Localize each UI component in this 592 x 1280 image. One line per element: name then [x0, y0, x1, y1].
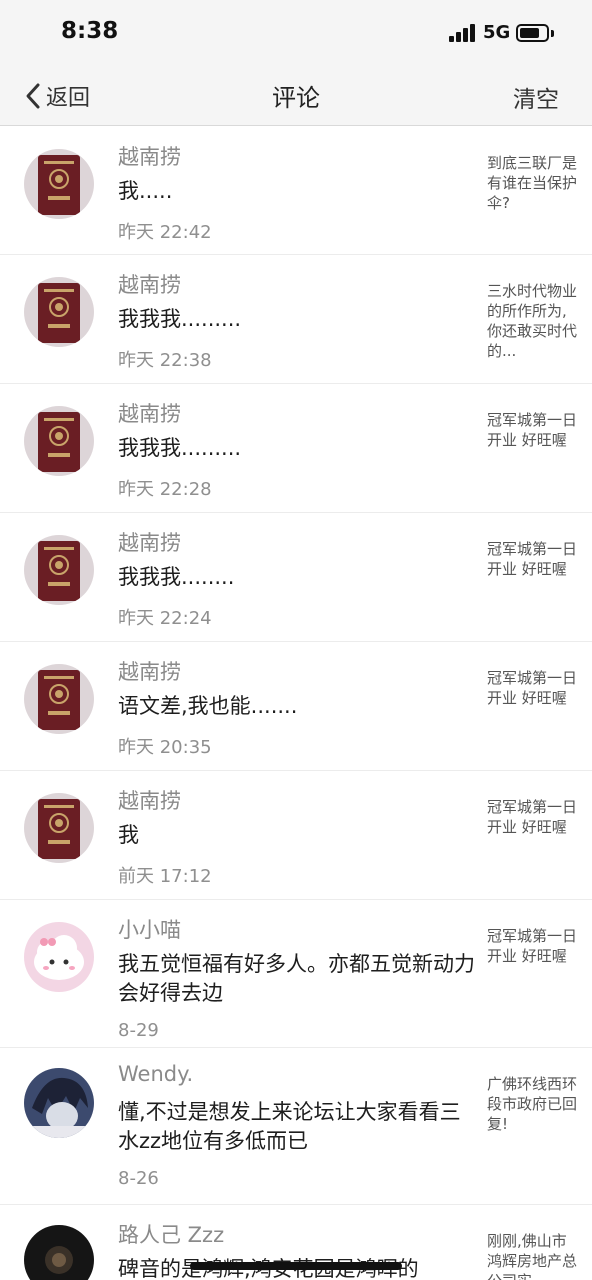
passport-icon[interactable] — [24, 277, 94, 347]
comment-text: 我我我........ — [118, 565, 235, 589]
related-post-title[interactable]: 冠军城第一日开业 好旺喔 — [487, 668, 577, 708]
comment-list: 越南捞 我..... 昨天 22:42 到底三联厂是有谁在当保护伞? 越南捞 我我我...… — [0, 127, 592, 1280]
comment-time: 昨天 22:24 — [118, 608, 212, 629]
signal-icon — [449, 24, 477, 42]
related-post-title[interactable]: 三水时代物业的所作所为,你还敢买时代的... — [487, 281, 577, 361]
comment-item[interactable]: 越南捞我我我........ 昨天 22:24 冠军城第一日开业 好旺喔 — [0, 513, 592, 642]
comment-text: 我我我......... — [118, 436, 242, 460]
comment-text: 语文差,我也能....... — [118, 694, 298, 718]
anime-avatar-icon[interactable] — [24, 1068, 94, 1138]
passport-icon[interactable] — [24, 535, 94, 605]
comment-item[interactable]: 越南捞我我我......... 昨天 22:38 三水时代物业的所作所为,你还敢买时… — [0, 255, 592, 384]
related-post-title[interactable]: 刚刚,佛山市鸿辉房地产总公司实 — [487, 1231, 577, 1280]
page-title: 评论 — [272, 84, 320, 112]
related-post-title[interactable]: 冠军城第一日开业 好旺喔 — [487, 410, 577, 450]
passport-icon[interactable] — [24, 793, 94, 863]
comment-text: 我..... — [118, 179, 173, 203]
comment-time: 昨天 22:28 — [118, 479, 212, 500]
related-post-title[interactable]: 冠军城第一日开业 好旺喔 — [487, 797, 577, 837]
commenter-name[interactable]: Wendy. — [118, 1062, 193, 1086]
commenter-name[interactable]: 越南捞 — [118, 656, 181, 686]
comment-time: 昨天 22:42 — [118, 222, 212, 243]
commenter-name[interactable]: 越南捞 — [118, 141, 181, 171]
comment-item[interactable]: 越南捞我..... 昨天 22:42 到底三联厂是有谁在当保护伞? — [0, 127, 592, 255]
nav-bar: 返回 评论 清空 — [0, 68, 592, 126]
comment-item[interactable]: Wendy. 懂,不过是想发上来论坛让大家看看三水zz地位有多低而已 8-26 广佛环… — [0, 1048, 592, 1205]
commenter-name[interactable]: 小小喵 — [118, 914, 181, 944]
comment-item[interactable]: 小小喵我五觉恒福有好多人。亦都五觉新动力会好得去边 8-29 冠军城第一日开业 好旺… — [0, 900, 592, 1048]
commenter-name[interactable]: 越南捞 — [118, 269, 181, 299]
related-post-title[interactable]: 冠军城第一日开业 好旺喔 — [487, 926, 577, 966]
comment-text: 我 — [118, 823, 139, 847]
battery-fill — [520, 28, 539, 38]
dark-avatar-icon[interactable] — [24, 1225, 94, 1280]
commenter-name[interactable]: 路人己 Zzz — [118, 1219, 224, 1249]
status-bar: 8:38 5G — [0, 0, 592, 68]
battery-tip — [551, 30, 554, 37]
related-post-title[interactable]: 到底三联厂是有谁在当保护伞? — [487, 153, 577, 213]
comment-text: 我我我......... — [118, 307, 242, 331]
comment-item[interactable]: 越南捞我我我......... 昨天 22:28 冠军城第一日开业 好旺喔 — [0, 384, 592, 513]
related-post-title[interactable]: 广佛环线西环段市政府已回复! — [487, 1074, 577, 1134]
cloud-avatar-icon[interactable] — [24, 922, 94, 992]
passport-icon[interactable] — [24, 149, 94, 219]
comment-time: 前天 17:12 — [118, 866, 212, 887]
passport-icon[interactable] — [24, 664, 94, 734]
network-label: 5G — [483, 22, 511, 43]
related-post-title[interactable]: 冠军城第一日开业 好旺喔 — [487, 539, 577, 579]
battery-icon — [516, 24, 549, 42]
home-indicator[interactable] — [190, 1262, 402, 1270]
comment-time: 昨天 22:38 — [118, 350, 212, 371]
comment-text: 懂,不过是想发上来论坛让大家看看三水zz地位有多低而已 — [118, 1100, 461, 1153]
commenter-name[interactable]: 越南捞 — [118, 527, 181, 557]
comment-time: 昨天 20:35 — [118, 737, 212, 758]
clear-button[interactable]: 清空 — [513, 80, 559, 114]
comment-text: 我五觉恒福有好多人。亦都五觉新动力会好得去边 — [118, 952, 475, 1005]
commenter-name[interactable]: 越南捞 — [118, 398, 181, 428]
commenter-name[interactable]: 越南捞 — [118, 785, 181, 815]
comment-item[interactable]: 越南捞我前天 17:12 冠军城第一日开业 好旺喔 — [0, 771, 592, 900]
comment-item[interactable]: 越南捞语文差,我也能....... 昨天 20:35 冠军城第一日开业 好旺喔 — [0, 642, 592, 771]
comment-time: 8-29 — [118, 1020, 159, 1041]
comment-time: 8-26 — [118, 1168, 159, 1189]
status-time: 8:38 — [61, 18, 119, 44]
passport-icon[interactable] — [24, 406, 94, 476]
